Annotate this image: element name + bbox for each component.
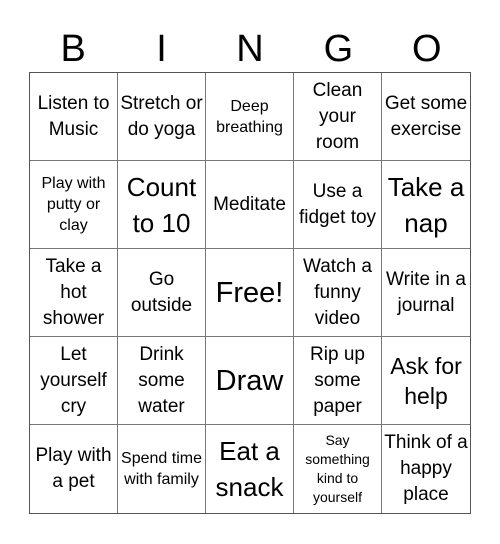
bingo-cell[interactable]: Ask for help (382, 337, 470, 425)
bingo-cell-label: Let yourself cry (40, 343, 107, 417)
bingo-cell[interactable]: Count to 10 (118, 161, 206, 249)
bingo-cell[interactable]: Play with putty or clay (30, 161, 118, 249)
bingo-cell-label: Deep breathing (216, 97, 283, 136)
header-letter-g: G (323, 28, 354, 70)
bingo-cell[interactable]: Listen to Music (30, 73, 118, 161)
bingo-cell[interactable]: Think of a happy place (382, 425, 470, 513)
bingo-header: B I N G O (29, 27, 471, 72)
bingo-cell[interactable]: Play with a pet (30, 425, 118, 513)
bingo-cell[interactable]: Stretch or do yoga (118, 73, 206, 161)
bingo-cell[interactable]: Go outside (118, 249, 206, 337)
bingo-cell-label: Draw (215, 364, 284, 397)
bingo-cell-label: Free! (215, 276, 284, 309)
bingo-cell[interactable]: Get some exercise (382, 73, 470, 161)
bingo-cell[interactable]: Deep breathing (206, 73, 294, 161)
bingo-cell-label: Go outside (130, 268, 193, 316)
bingo-cell-label: Think of a happy place (384, 432, 468, 505)
header-letter-n: N (236, 28, 264, 70)
bingo-cell-label: Spend time with family (121, 450, 202, 488)
bingo-cell-label: Drink some water (138, 343, 185, 417)
bingo-cell[interactable]: Watch a funny video (294, 249, 382, 337)
bingo-cell-label: Rip up some paper (310, 343, 365, 417)
bingo-cell-label: Play with a pet (35, 445, 112, 492)
bingo-cell-label: Get some exercise (384, 92, 468, 140)
bingo-cell[interactable]: Use a fidget toy (294, 161, 382, 249)
bingo-cell[interactable]: Take a nap (382, 161, 470, 249)
header-letter-b: B (60, 28, 86, 70)
bingo-cell[interactable]: Clean your room (294, 73, 382, 161)
bingo-cell-label: Stretch or do yoga (120, 92, 203, 140)
header-letter-o: O (411, 28, 442, 70)
bingo-cell[interactable]: Draw (206, 337, 294, 425)
bingo-cell-label: Eat a snack (215, 436, 284, 502)
bingo-grid: Listen to Music Stretch or do yoga Deep br… (29, 72, 471, 514)
header-letter-i: I (156, 28, 167, 70)
bingo-cell-label: Watch a funny video (303, 255, 372, 329)
bingo-cell[interactable]: Write in a journal (382, 249, 470, 337)
bingo-cell[interactable]: Say something kind to yourself (294, 425, 382, 513)
bingo-cell-label: Say something kind to yourself (305, 432, 370, 505)
bingo-cell[interactable]: Rip up some paper (294, 337, 382, 425)
bingo-cell-label: Use a fidget toy (298, 180, 377, 228)
bingo-cell-label: Take a hot shower (42, 255, 105, 329)
bingo-cell[interactable]: Let yourself cry (30, 337, 118, 425)
bingo-cell[interactable]: Spend time with family (118, 425, 206, 513)
bingo-cell[interactable]: Free! (206, 249, 294, 337)
bingo-cell-label: Count to 10 (126, 171, 197, 238)
bingo-cell-label: Listen to Music (37, 92, 110, 140)
bingo-cell-label: Take a nap (387, 171, 465, 238)
bingo-cell[interactable]: Eat a snack (206, 425, 294, 513)
bingo-cell-label: Write in a journal (386, 268, 466, 316)
bingo-cell-label: Clean your room (312, 79, 363, 153)
bingo-cell-label: Ask for help (390, 352, 462, 409)
bingo-cell[interactable]: Drink some water (118, 337, 206, 425)
bingo-cell[interactable]: Meditate (206, 161, 294, 249)
bingo-cell-label: Meditate (213, 193, 286, 215)
bingo-cell-label: Play with putty or clay (41, 175, 106, 234)
bingo-cell[interactable]: Take a hot shower (30, 249, 118, 337)
